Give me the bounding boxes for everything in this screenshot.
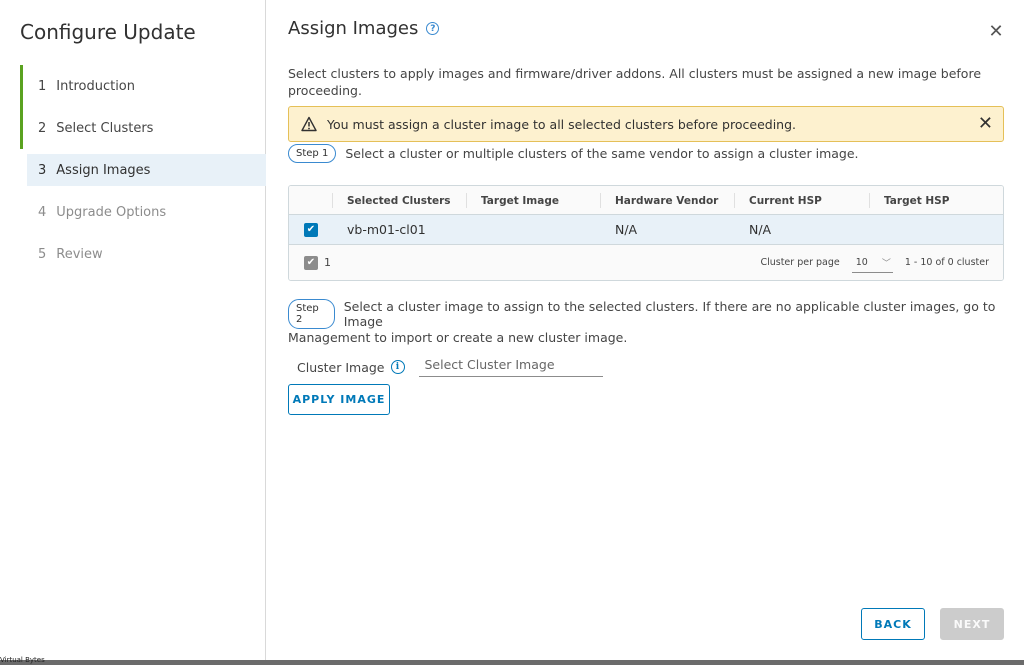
page-size-value: 10: [855, 256, 868, 268]
grid-footer: ✔ 1 Cluster per page 10 ﹀ 1 - 10 of 0 cl…: [289, 245, 1003, 280]
per-page-label: Cluster per page: [760, 257, 840, 268]
step-label: Assign Images: [56, 162, 151, 178]
warning-alert: You must assign a cluster image to all s…: [288, 106, 1004, 142]
step1-row: Step 1 Select a cluster or multiple clus…: [288, 144, 859, 163]
configure-update-wizard: Configure Update 1 Introduction 2 Select…: [0, 0, 1024, 660]
wizard-steps: 1 Introduction 2 Select Clusters 3 Assig…: [20, 65, 266, 275]
page-title-text: Assign Images: [288, 18, 419, 39]
step-assign-images[interactable]: 3 Assign Images: [27, 154, 266, 186]
footer-text: Virtual Bytes: [0, 656, 45, 664]
back-button[interactable]: BACK: [861, 608, 925, 640]
row-select-cell: ✔: [289, 222, 333, 237]
step-select-clusters[interactable]: 2 Select Clusters: [20, 107, 266, 149]
selection-count-checkbox[interactable]: ✔: [304, 255, 318, 270]
header-select-column: [289, 193, 333, 208]
step2-pill: Step 2: [288, 299, 335, 329]
bottom-strip: [0, 660, 1024, 665]
step-number: 2: [38, 120, 47, 136]
selection-count: ✔ 1: [304, 255, 331, 270]
step-label: Upgrade Options: [56, 204, 167, 220]
warning-icon: [301, 116, 317, 132]
page-description: Select clusters to apply images and firm…: [288, 66, 982, 98]
step-number: 5: [38, 246, 47, 262]
row-checkbox[interactable]: ✔: [304, 222, 318, 237]
page-title: Assign Images ?: [288, 18, 440, 39]
cell-current-hsp: N/A: [749, 222, 772, 237]
wizard-title: Configure Update: [20, 20, 196, 44]
clusters-grid: Selected Clusters Target Image Hardware …: [288, 185, 1004, 281]
step-label: Introduction: [56, 78, 136, 94]
column-header[interactable]: Current HSP: [735, 193, 870, 208]
step-review: 5 Review: [20, 233, 266, 275]
cell-vendor: N/A: [615, 222, 638, 237]
cluster-image-field: Cluster Image i Select Cluster Image: [297, 357, 603, 377]
pagination: Cluster per page 10 ﹀ 1 - 10 of 0 cluste…: [760, 253, 989, 273]
step-number: 4: [38, 204, 47, 220]
grid-header: Selected Clusters Target Image Hardware …: [289, 186, 1003, 215]
wizard-sidebar: Configure Update 1 Introduction 2 Select…: [0, 0, 266, 660]
apply-image-button[interactable]: APPLY IMAGE: [288, 384, 390, 415]
step-upgrade-options: 4 Upgrade Options: [20, 191, 266, 233]
step1-text: Select a cluster or multiple clusters of…: [345, 146, 859, 161]
step2-text-line1: Select a cluster image to assign to the …: [343, 299, 996, 329]
step-number: 1: [38, 78, 47, 94]
close-icon[interactable]: ✕: [988, 23, 1004, 41]
column-header[interactable]: Selected Clusters: [333, 193, 467, 208]
selected-count-value: 1: [324, 256, 331, 269]
column-header[interactable]: Hardware Vendor: [601, 193, 735, 208]
step2-row: Step 2 Select a cluster image to assign …: [288, 299, 1004, 329]
page-size-select[interactable]: 10 ﹀: [851, 256, 893, 273]
alert-close-icon[interactable]: ✕: [978, 115, 993, 133]
cluster-image-select[interactable]: Select Cluster Image: [418, 357, 603, 377]
next-button[interactable]: NEXT: [940, 608, 1004, 640]
column-header[interactable]: Target Image: [467, 193, 601, 208]
table-row[interactable]: ✔ vb-m01-cl01 N/A N/A: [289, 215, 1003, 245]
page-range: 1 - 10 of 0 cluster: [904, 257, 989, 268]
wizard-main: Assign Images ? ✕ Select clusters to app…: [288, 0, 1004, 660]
cell-cluster: vb-m01-cl01: [347, 222, 426, 237]
help-icon[interactable]: ?: [426, 22, 440, 35]
step-introduction[interactable]: 1 Introduction: [20, 65, 266, 107]
step-label: Select Clusters: [56, 120, 154, 136]
step2-row-line2: Management to import or create a new clu…: [288, 330, 627, 345]
column-header[interactable]: Target HSP: [870, 193, 1003, 208]
step2-text-line2: Management to import or create a new clu…: [288, 330, 628, 345]
alert-text: You must assign a cluster image to all s…: [327, 116, 796, 132]
step1-pill: Step 1: [288, 144, 337, 163]
cluster-image-label: Cluster Image: [297, 359, 385, 375]
chevron-down-icon: ﹀: [881, 258, 891, 269]
step-number: 3: [38, 162, 47, 178]
step-label: Review: [56, 246, 103, 262]
info-icon[interactable]: i: [390, 360, 405, 374]
